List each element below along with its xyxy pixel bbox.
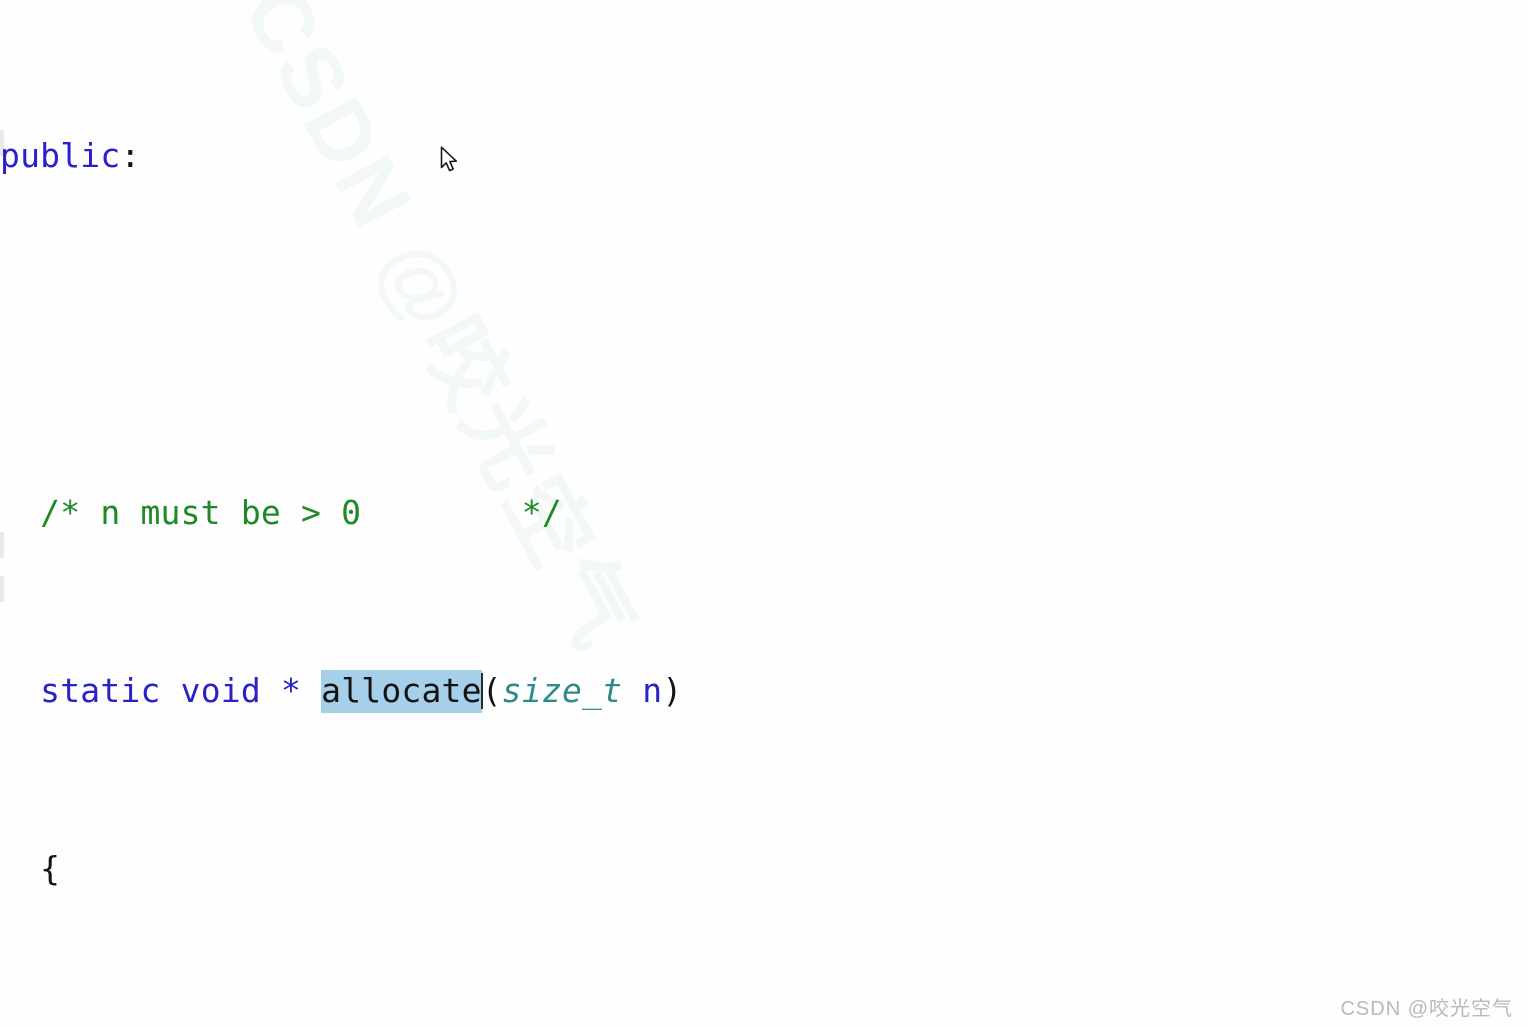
- lparen: (: [481, 670, 502, 710]
- pointer-star: *: [280, 670, 302, 710]
- code-editor-screenshot: CSDN @咬光空气 public: /* n must be > 0 */ s…: [0, 0, 1527, 1027]
- code-area[interactable]: public: /* n must be > 0 */ static void …: [0, 0, 1527, 1027]
- keyword-public: public: [0, 135, 121, 175]
- code-line-signature[interactable]: static void * allocate(size_t n): [0, 669, 1527, 714]
- keyword-void: void: [180, 670, 261, 710]
- code-line-blank[interactable]: [0, 312, 1527, 357]
- colon: :: [120, 135, 141, 175]
- comment-n-must-be-positive: /* n must be > 0 */: [40, 492, 562, 532]
- selected-identifier-allocate[interactable]: allocate: [321, 669, 482, 713]
- param-n: n: [642, 670, 663, 710]
- code-line[interactable]: public:: [0, 134, 1527, 179]
- type-size-t: size_t: [501, 670, 623, 710]
- code-line[interactable]: {: [0, 847, 1527, 892]
- csdn-watermark: CSDN @咬光空气: [1340, 998, 1513, 1020]
- rparen: ): [662, 670, 683, 710]
- code-line[interactable]: /* n must be > 0 */: [0, 491, 1527, 536]
- keyword-static: static: [40, 670, 161, 710]
- brace-open: {: [40, 849, 61, 889]
